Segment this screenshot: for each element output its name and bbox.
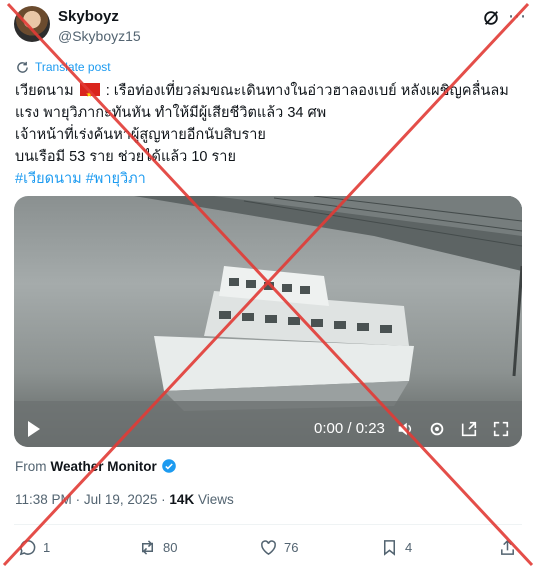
meta-separator-2: · <box>161 492 166 507</box>
bookmark-button[interactable]: 4 <box>380 538 412 557</box>
reply-button[interactable]: 1 <box>18 538 50 557</box>
post-meta: 11:38 PM · Jul 19, 2025 · 14K Views <box>15 492 234 507</box>
post-line-3: เจ้าหน้าที่เร่งค้นหาผู้สูญหายอีกนับสิบรา… <box>15 127 266 143</box>
share-icon <box>501 539 514 555</box>
author-display-name[interactable]: Skyboyz <box>58 8 119 25</box>
like-icon <box>261 540 276 556</box>
like-button[interactable]: 76 <box>259 538 298 557</box>
views-count: 14K <box>169 492 195 507</box>
fullscreen-icon[interactable] <box>492 420 510 438</box>
translate-post-link[interactable]: Translate post <box>16 60 111 74</box>
video-time: 0:00 / 0:23 <box>314 420 385 437</box>
translate-label: Translate post <box>35 60 111 74</box>
reply-count: 1 <box>43 540 51 555</box>
post-line-1: เวียดนาม : เรือท่องเที่ยวล่มขณะเดินทางใน… <box>15 80 520 106</box>
vietnam-flag-icon <box>79 83 100 106</box>
video-source: From Weather Monitor <box>15 458 177 474</box>
post-line-4: บนเรือมี 53 ราย ช่วยได้แล้ว 10 ราย <box>15 149 236 165</box>
repost-icon <box>141 540 154 555</box>
views-label: Views <box>197 492 234 507</box>
like-count: 76 <box>284 540 299 555</box>
post-line-1-suffix: : เรือท่องเที่ยวล่มขณะเดินทางในอ่าวฮาลอง… <box>105 83 509 99</box>
hashtag-storm[interactable]: #พายุวิภา <box>86 171 146 187</box>
hashtag-vietnam[interactable]: #เวียดนาม <box>15 171 82 187</box>
source-prefix: From <box>15 458 47 474</box>
video-player[interactable]: 0:00 / 0:23 <box>14 196 522 447</box>
post-line-1-prefix: เวียดนาม <box>15 83 74 99</box>
bookmark-icon <box>383 540 396 556</box>
verified-icon <box>161 459 176 473</box>
repost-button[interactable]: 80 <box>138 538 177 557</box>
post-text: เวียดนาม : เรือท่องเที่ยวล่มขณะเดินทางใน… <box>15 80 520 190</box>
play-icon[interactable] <box>28 421 40 437</box>
bookmark-count: 4 <box>405 540 413 555</box>
meta-separator: · <box>75 492 81 507</box>
settings-icon[interactable] <box>428 420 446 438</box>
translate-icon <box>17 61 28 73</box>
pip-icon[interactable] <box>460 420 478 438</box>
source-name[interactable]: Weather Monitor <box>51 459 157 474</box>
video-frame <box>14 196 522 447</box>
post-date[interactable]: Jul 19, 2025 <box>84 492 158 507</box>
volume-icon[interactable] <box>396 420 414 438</box>
post-time[interactable]: 11:38 PM <box>15 492 72 507</box>
author-handle[interactable]: @Skyboyz15 <box>58 28 141 44</box>
post-hashtags: #เวียดนาม #พายุวิภา <box>15 168 520 190</box>
grok-icon[interactable] <box>482 9 500 27</box>
reply-icon <box>19 540 36 556</box>
divider <box>14 524 522 525</box>
share-button[interactable] <box>498 538 517 557</box>
avatar[interactable] <box>14 6 50 42</box>
repost-count: 80 <box>163 540 178 555</box>
more-icon[interactable]: ⋯ <box>508 6 527 27</box>
